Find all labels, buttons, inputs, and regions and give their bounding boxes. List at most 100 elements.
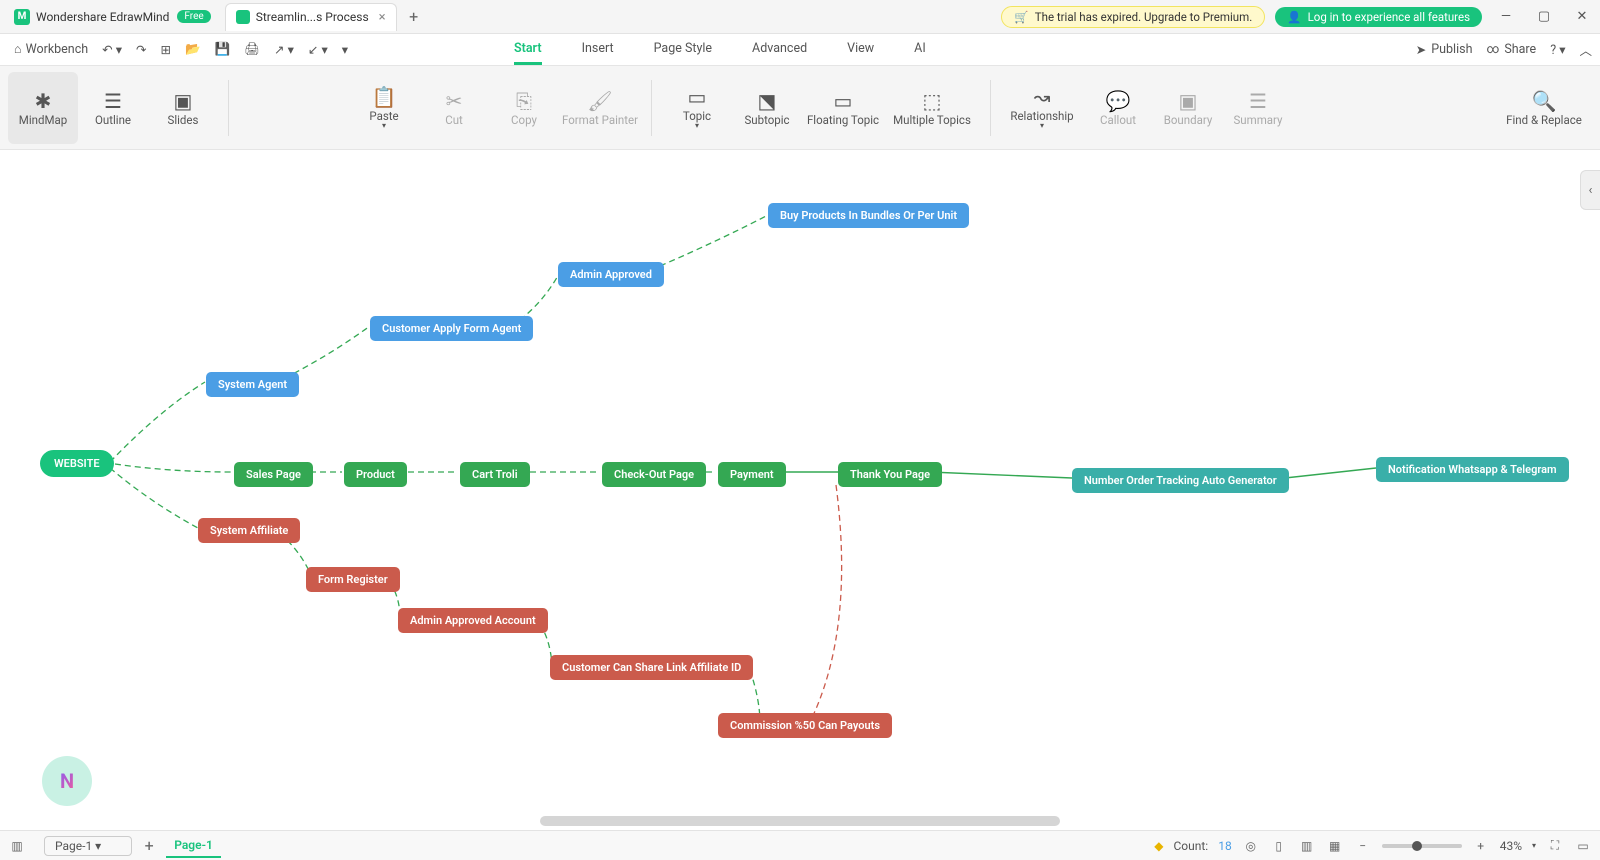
node-sales-page[interactable]: Sales Page — [234, 462, 313, 487]
trial-banner[interactable]: 🛒 The trial has expired. Upgrade to Prem… — [1001, 6, 1265, 28]
tab-advanced[interactable]: Advanced — [752, 35, 807, 65]
node-system-affiliate[interactable]: System Affiliate — [198, 518, 300, 543]
import-button[interactable]: ↙ ▾ — [302, 39, 334, 61]
open-button[interactable]: 📂 — [179, 39, 207, 60]
subtopic-button[interactable]: ⬔Subtopic — [732, 72, 802, 144]
callout-icon: 💬 — [1106, 89, 1131, 113]
view-single-icon[interactable]: ▯ — [1270, 837, 1288, 855]
ai-fab-button[interactable]: N — [42, 756, 92, 806]
new-tab-button[interactable]: + — [401, 7, 427, 26]
fullscreen-icon[interactable]: ▭ — [1574, 837, 1592, 855]
tab-start[interactable]: Start — [514, 35, 542, 65]
paste-button[interactable]: 📋Paste▾ — [349, 72, 419, 144]
multiple-topics-button[interactable]: ⬚Multiple Topics — [884, 72, 980, 144]
page-list-icon[interactable]: ▥ — [8, 837, 26, 855]
add-page-button[interactable]: + — [138, 835, 160, 857]
share-button[interactable]: ∞ Share — [1486, 42, 1536, 57]
node-product[interactable]: Product — [344, 462, 407, 487]
zoom-in-button[interactable]: + — [1472, 837, 1490, 855]
collapse-ribbon-button[interactable]: ︿ — [1579, 40, 1592, 59]
copy-button[interactable]: ⎘Copy — [489, 72, 559, 144]
ribbon: ✱MindMap ☰Outline ▣Slides 📋Paste▾ ✂Cut ⎘… — [0, 66, 1600, 150]
node-notification[interactable]: Notification Whatsapp & Telegram — [1376, 457, 1569, 482]
tab-ai[interactable]: AI — [914, 35, 926, 65]
node-customer-apply[interactable]: Customer Apply Form Agent — [370, 316, 533, 341]
maximize-button[interactable]: ▢ — [1530, 3, 1558, 31]
file-tab-label: Streamlin...s Process — [256, 10, 369, 24]
cut-button[interactable]: ✂Cut — [419, 72, 489, 144]
paste-icon: 📋 — [372, 85, 397, 109]
find-replace-button[interactable]: 🔍Find & Replace — [1496, 72, 1592, 144]
floating-topic-button[interactable]: ▭Floating Topic — [802, 72, 884, 144]
close-icon[interactable]: × — [379, 10, 386, 25]
node-commission[interactable]: Commission %50 Can Payouts — [718, 713, 892, 738]
app-tab[interactable]: M Wondershare EdrawMind Free — [4, 3, 221, 31]
help-button[interactable]: ? ▾ — [1550, 42, 1565, 58]
floating-topic-icon: ▭ — [834, 89, 853, 113]
mindmap-label: MindMap — [19, 113, 67, 127]
lasso-icon[interactable]: ◎ — [1242, 837, 1260, 855]
outline-button[interactable]: ☰Outline — [78, 72, 148, 144]
mindmap-button[interactable]: ✱MindMap — [8, 72, 78, 144]
summary-button[interactable]: ☰Summary — [1223, 72, 1293, 144]
relationship-button[interactable]: ↝Relationship▾ — [1001, 72, 1083, 144]
zoom-value: 43% — [1500, 839, 1522, 853]
file-icon — [236, 10, 250, 24]
undo-button[interactable]: ↶ ▾ — [96, 39, 128, 61]
node-admin-approved[interactable]: Admin Approved — [558, 262, 664, 287]
node-tracking[interactable]: Number Order Tracking Auto Generator — [1072, 468, 1289, 493]
save-button[interactable]: 💾 — [209, 39, 237, 60]
callout-button[interactable]: 💬Callout — [1083, 72, 1153, 144]
find-icon: 🔍 — [1532, 89, 1557, 113]
premium-icon: ◆ — [1154, 839, 1163, 853]
redo-button[interactable]: ↷ — [130, 39, 152, 61]
page-tab[interactable]: Page-1 — [166, 834, 221, 858]
canvas[interactable]: WEBSITE System Agent Customer Apply Form… — [0, 150, 1600, 830]
slides-icon: ▣ — [174, 89, 193, 113]
home-button[interactable]: ⌂ Workbench — [8, 39, 94, 60]
topic-button[interactable]: ▭Topic▾ — [662, 72, 732, 144]
login-banner[interactable]: 👤 Log in to experience all features — [1275, 7, 1482, 27]
node-checkout[interactable]: Check-Out Page — [602, 462, 706, 487]
minimize-button[interactable]: — — [1492, 3, 1520, 31]
tab-view[interactable]: View — [847, 35, 874, 65]
fit-screen-icon[interactable]: ⛶ — [1546, 837, 1564, 855]
print-button[interactable]: 🖨 — [238, 39, 266, 60]
zoom-knob[interactable] — [1412, 841, 1422, 851]
node-buy-products[interactable]: Buy Products In Bundles Or Per Unit — [768, 203, 969, 228]
tab-insert[interactable]: Insert — [582, 35, 614, 65]
more-button[interactable]: ▾ — [336, 39, 354, 61]
horizontal-scrollbar[interactable] — [540, 816, 1060, 826]
node-payment[interactable]: Payment — [718, 462, 786, 487]
zoom-out-button[interactable]: − — [1354, 837, 1372, 855]
file-tab[interactable]: Streamlin...s Process × — [225, 3, 397, 31]
node-website[interactable]: WEBSITE — [40, 450, 114, 477]
tab-page-style[interactable]: Page Style — [654, 35, 712, 65]
node-thankyou[interactable]: Thank You Page — [838, 462, 942, 487]
close-button[interactable]: ✕ — [1568, 3, 1596, 31]
menu-tabs: Start Insert Page Style Advanced View AI — [514, 35, 926, 65]
slides-button[interactable]: ▣Slides — [148, 72, 218, 144]
export-button[interactable]: ↗ ▾ — [268, 39, 300, 61]
node-admin-approved-account[interactable]: Admin Approved Account — [398, 608, 548, 633]
node-cart[interactable]: Cart Troli — [460, 462, 530, 487]
zoom-slider[interactable] — [1382, 844, 1462, 848]
new-button[interactable]: ⊞ — [155, 39, 177, 61]
floating-topic-label: Floating Topic — [807, 113, 879, 127]
page-dropdown[interactable]: Page-1 ▾ — [44, 836, 132, 856]
node-share-link[interactable]: Customer Can Share Link Affiliate ID — [550, 655, 753, 680]
subtopic-label: Subtopic — [744, 113, 789, 127]
view-grid-icon[interactable]: ▦ — [1326, 837, 1344, 855]
trial-text: The trial has expired. Upgrade to Premiu… — [1035, 10, 1252, 24]
node-system-agent[interactable]: System Agent — [206, 372, 299, 397]
format-painter-button[interactable]: 🖌Format Painter — [559, 72, 641, 144]
node-form-register[interactable]: Form Register — [306, 567, 400, 592]
view-split-icon[interactable]: ▥ — [1298, 837, 1316, 855]
share-label: Share — [1504, 42, 1536, 57]
app-logo-icon: M — [14, 9, 30, 25]
title-bar: M Wondershare EdrawMind Free Streamlin..… — [0, 0, 1600, 34]
boundary-button[interactable]: ▣Boundary — [1153, 72, 1223, 144]
publish-label: Publish — [1431, 42, 1472, 57]
side-panel-toggle[interactable]: ‹ — [1580, 170, 1600, 210]
publish-button[interactable]: ➤ Publish — [1416, 42, 1473, 58]
